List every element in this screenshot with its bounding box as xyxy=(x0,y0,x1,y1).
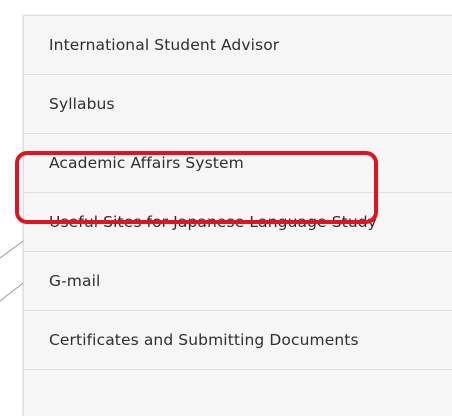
menu-item-international-student-advisor[interactable]: International Student Advisor xyxy=(24,16,452,75)
menu-item-label: Useful Sites for Japanese Language Study xyxy=(49,213,377,231)
menu-item-syllabus[interactable]: Syllabus xyxy=(24,75,452,134)
menu-item-label: Academic Affairs System xyxy=(49,154,244,172)
menu-item-label: Certificates and Submitting Documents xyxy=(49,331,359,349)
menu-item-label: G-mail xyxy=(49,272,101,290)
link-menu: International Student Advisor Syllabus A… xyxy=(23,15,452,416)
menu-item-academic-affairs-system[interactable]: Academic Affairs System xyxy=(24,134,452,193)
menu-item-gmail[interactable]: G-mail xyxy=(24,252,452,311)
menu-item-label: International Student Advisor xyxy=(49,36,280,54)
menu-item-label: Syllabus xyxy=(49,95,115,113)
menu-item-japanese-language-study[interactable]: Useful Sites for Japanese Language Study xyxy=(24,193,452,252)
menu-item-certificates[interactable]: Certificates and Submitting Documents xyxy=(24,311,452,370)
